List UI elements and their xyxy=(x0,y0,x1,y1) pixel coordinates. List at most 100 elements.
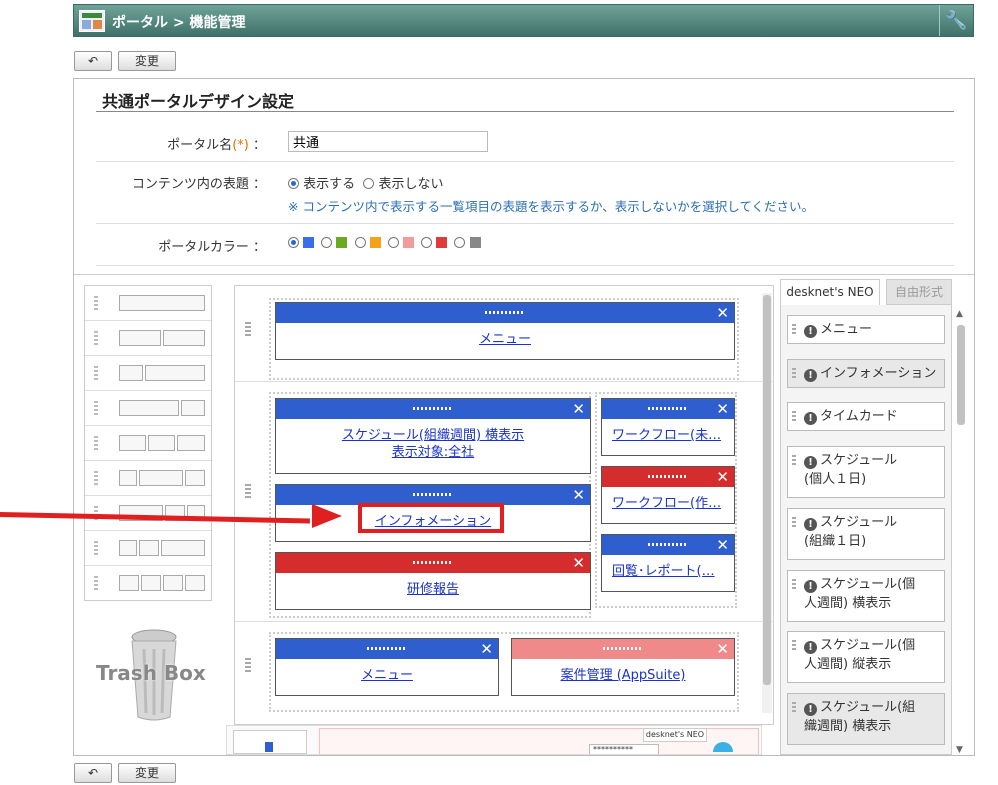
preview-item: ********** xyxy=(589,744,659,754)
preview-tab: desknet's NEO xyxy=(643,728,707,742)
color-radio-blue[interactable] xyxy=(288,237,299,248)
portlet-link[interactable]: 研修報告 xyxy=(407,582,459,597)
part-item[interactable]: ! インフォメーション xyxy=(787,359,945,388)
scroll-down-icon: ▼ xyxy=(956,745,963,755)
portlet-training-report[interactable]: ✕ 研修報告 xyxy=(275,552,591,610)
layout-option[interactable] xyxy=(85,566,211,601)
portlet-header[interactable]: ✕ xyxy=(276,485,590,505)
settings-frame: 共通ポータルデザイン設定 ポータル名(*) ： コンテンツ内の表題 ： 表示する… xyxy=(73,78,975,756)
row-drag-handle[interactable] xyxy=(245,322,251,336)
layout-option[interactable] xyxy=(85,426,211,461)
section-divider xyxy=(96,111,954,112)
portlet-header[interactable]: ✕ xyxy=(276,639,498,659)
color-radio-gray[interactable] xyxy=(454,237,466,248)
back-button-bottom[interactable]: ↶ xyxy=(74,763,112,783)
divider xyxy=(96,223,954,224)
portlet-workflow-created[interactable]: ✕ ワークフロー(作… xyxy=(601,466,735,524)
close-icon[interactable]: ✕ xyxy=(716,535,729,555)
portlet-link[interactable]: ワークフロー(作… xyxy=(612,496,721,511)
portlet-link[interactable]: メニュー xyxy=(479,332,531,347)
annotation-highlight xyxy=(358,503,504,533)
portlet-schedule[interactable]: ✕ スケジュール(組織週間) 横表示 表示対象:全社 xyxy=(275,398,591,474)
close-icon[interactable]: ✕ xyxy=(716,467,729,487)
heading-note: ※ コンテンツ内で表示する一覧項目の表題を表示するか、表示しないかを選択してくだ… xyxy=(288,199,814,214)
portlet-link[interactable]: 案件管理 (AppSuite) xyxy=(561,668,686,683)
part-item[interactable]: ! スケジュール(個人週間) 縦表示 xyxy=(787,631,945,683)
row-drag-handle[interactable] xyxy=(245,658,251,672)
change-button-bottom[interactable]: 変更 xyxy=(118,763,176,783)
portlet-link[interactable]: 回覧･レポート(… xyxy=(612,564,715,579)
portlet-menu[interactable]: ✕ メニュー xyxy=(275,302,735,360)
close-icon[interactable]: ✕ xyxy=(572,553,585,573)
alert-icon: ! xyxy=(804,518,817,531)
portlet-header[interactable]: ✕ xyxy=(276,399,590,419)
portlet-workflow[interactable]: ✕ ワークフロー(未… xyxy=(601,398,735,456)
layout-palette xyxy=(84,285,212,601)
scroll-up-icon: ▲ xyxy=(956,309,963,319)
color-radio-red[interactable] xyxy=(421,237,433,248)
close-icon[interactable]: ✕ xyxy=(716,639,729,659)
layout-option[interactable] xyxy=(85,321,211,356)
heading-show-radio[interactable] xyxy=(288,178,299,189)
portlet-link[interactable]: スケジュール(組織週間) 横表示 xyxy=(342,428,524,443)
row-drag-handle[interactable] xyxy=(245,484,251,498)
close-icon[interactable]: ✕ xyxy=(572,485,585,505)
portlet-appsuite[interactable]: ✕ 案件管理 (AppSuite) xyxy=(511,638,735,696)
trash-box[interactable]: Trash Box xyxy=(92,627,212,723)
portlet-header[interactable]: ✕ xyxy=(276,553,590,573)
layout-option[interactable] xyxy=(85,286,211,321)
color-radio-pink[interactable] xyxy=(387,237,399,248)
portlet-menu[interactable]: ✕ メニュー xyxy=(275,638,499,696)
color-radio-orange[interactable] xyxy=(354,237,366,248)
portlet-link[interactable]: ワークフロー(未… xyxy=(612,428,721,443)
portlet-link[interactable]: 表示対象:全社 xyxy=(392,445,474,460)
parts-scroll-thumb xyxy=(957,325,965,425)
portal-color-options xyxy=(288,236,484,251)
layout-option[interactable] xyxy=(85,391,211,426)
portal-name-label: ポータル名(*) ： xyxy=(167,138,266,153)
close-icon[interactable]: ✕ xyxy=(572,399,585,419)
portlet-header[interactable]: ✕ xyxy=(602,467,734,487)
portal-row: ✕ スケジュール(組織週間) 横表示 表示対象:全社 ✕ インフォメーション ✕ … xyxy=(235,382,773,622)
tab-free-format[interactable]: 自由形式 xyxy=(886,279,952,305)
divider xyxy=(96,161,954,162)
tab-desknets-neo[interactable]: desknet's NEO xyxy=(780,279,880,305)
wrench-icon[interactable]: 🔧 xyxy=(939,5,973,36)
alert-icon: ! xyxy=(804,641,817,654)
portal-row: ✕ メニュー ✕ 案件管理 (AppSuite) xyxy=(235,622,773,722)
portlet-circular-report[interactable]: ✕ 回覧･レポート(… xyxy=(601,534,735,592)
part-item[interactable]: ! スケジュール(個人週間) 横表示 xyxy=(787,570,945,622)
close-icon[interactable]: ✕ xyxy=(716,303,729,323)
layout-option[interactable] xyxy=(85,461,211,496)
part-item[interactable]: ! スケジュール(組織１日) xyxy=(787,508,945,560)
close-icon[interactable]: ✕ xyxy=(716,399,729,419)
portlet-link[interactable]: メニュー xyxy=(361,668,413,683)
parts-scrollbar[interactable]: ▲ ▼ xyxy=(954,309,968,755)
alert-icon: ! xyxy=(804,456,817,469)
portlet-header[interactable]: ✕ xyxy=(512,639,734,659)
portlet-header[interactable]: ✕ xyxy=(602,535,734,555)
change-button-top[interactable]: 変更 xyxy=(118,51,176,71)
parts-list: ! メニュー ! インフォメーション ! タイムカード ! スケジュール(個人１日) !… xyxy=(780,305,952,755)
divider xyxy=(96,265,954,266)
back-arrow-icon: ↶ xyxy=(87,54,99,68)
layout-option[interactable] xyxy=(85,531,211,566)
part-item[interactable]: ! スケジュール(個人１日) xyxy=(787,446,945,498)
page-header: ポータル > 機能管理 🔧 xyxy=(73,4,974,37)
layout-option[interactable] xyxy=(85,356,211,391)
close-icon[interactable]: ✕ xyxy=(480,639,493,659)
left-margin xyxy=(0,0,66,785)
heading-hide-radio[interactable] xyxy=(363,178,375,189)
color-radio-green[interactable] xyxy=(321,237,333,248)
portlet-header[interactable]: ✕ xyxy=(276,303,734,323)
heading-radio-group: 表示する 表示しない xyxy=(288,173,443,192)
part-item[interactable]: ! スケジュール(組織週間) 横表示 xyxy=(787,693,945,745)
canvas-scroll-thumb[interactable] xyxy=(763,295,771,685)
part-item[interactable]: ! メニュー xyxy=(787,315,945,344)
portlet-header[interactable]: ✕ xyxy=(602,399,734,419)
portal-name-input[interactable] xyxy=(288,131,488,152)
divider xyxy=(74,274,974,275)
back-button[interactable]: ↶ xyxy=(74,51,112,71)
part-item[interactable]: ! タイムカード xyxy=(787,402,945,431)
color-swatch xyxy=(303,237,315,248)
